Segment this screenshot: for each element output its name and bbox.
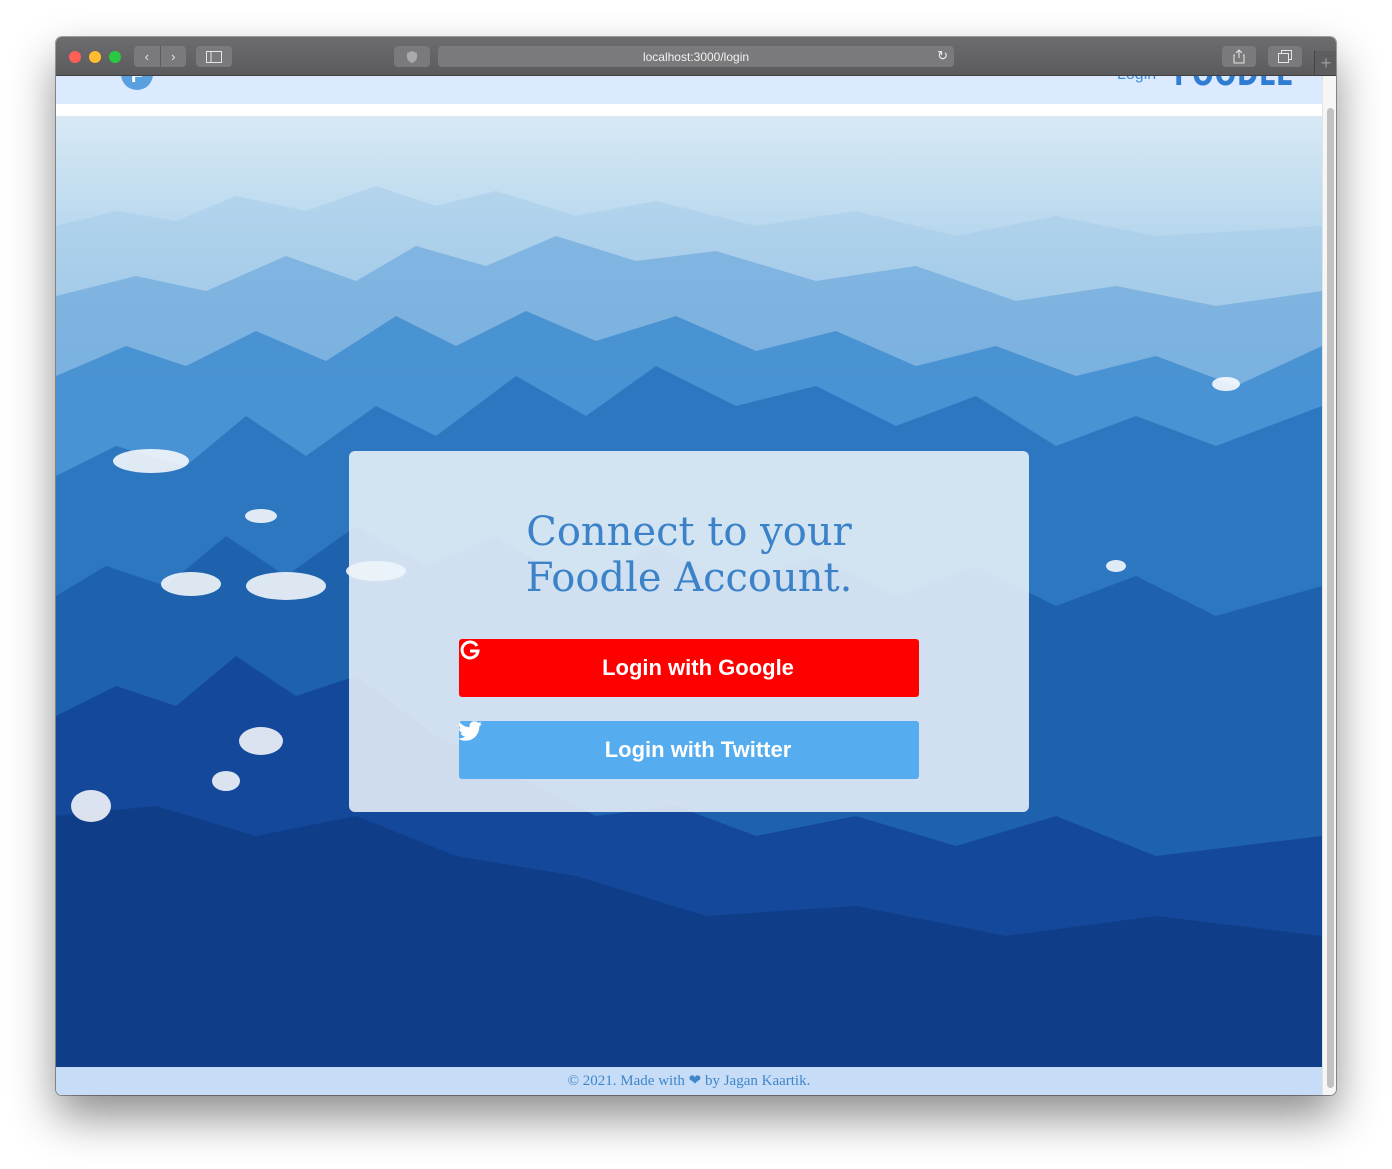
zoom-window-button[interactable] <box>109 51 121 63</box>
share-button[interactable] <box>1222 46 1256 67</box>
tabs-icon <box>1278 50 1292 63</box>
page-viewport: F Login FOODLE <box>56 76 1322 1095</box>
browser-titlebar: ‹ › localhost:3000/login ↻ + <box>56 37 1336 76</box>
logo[interactable]: F <box>121 76 153 90</box>
address-bar[interactable]: localhost:3000/login ↻ <box>438 46 954 67</box>
page-footer: © 2021. Made with ❤ by Jagan Kaartik. <box>56 1067 1322 1095</box>
login-heading: Connect to your Foodle Account. <box>349 509 1029 601</box>
url-text: localhost:3000/login <box>642 49 750 64</box>
privacy-report-button[interactable] <box>394 46 430 67</box>
shield-icon <box>407 50 417 63</box>
minimize-window-button[interactable] <box>89 51 101 63</box>
back-icon[interactable]: ‹ <box>134 49 160 64</box>
login-heading-line1: Connect to your <box>526 509 852 555</box>
heart-icon: ❤ <box>688 1073 702 1089</box>
scrollbar-thumb[interactable] <box>1327 108 1334 1088</box>
browser-window: ‹ › localhost:3000/login ↻ + F Login FOO… <box>56 37 1336 1095</box>
history-nav: ‹ › <box>134 46 186 67</box>
vertical-scrollbar[interactable] <box>1322 76 1336 1095</box>
nav-login-link[interactable]: Login <box>1117 76 1156 84</box>
reload-icon[interactable]: ↻ <box>937 48 948 64</box>
sidebar-button[interactable] <box>196 46 232 67</box>
login-card: Connect to your Foodle Account. Login wi… <box>349 451 1029 812</box>
login-heading-line2: Foodle Account. <box>525 555 853 601</box>
twitter-button-label: Login with Twitter <box>604 737 792 762</box>
share-icon <box>1233 49 1245 64</box>
forward-icon[interactable]: › <box>161 49 187 64</box>
plus-icon[interactable]: + <box>1314 51 1336 75</box>
sidebar-icon <box>206 50 222 63</box>
brand-name[interactable]: FOODLE <box>1174 76 1294 94</box>
login-with-google-button[interactable]: Login with Google <box>459 639 919 697</box>
top-navbar: F Login FOODLE <box>56 76 1322 104</box>
login-with-twitter-button[interactable]: Login with Twitter <box>459 721 919 779</box>
tab-overview-button[interactable] <box>1268 46 1302 67</box>
close-window-button[interactable] <box>69 51 81 63</box>
google-button-label: Login with Google <box>602 655 794 680</box>
footer-text-after: by Jagan Kaartik. <box>701 1073 811 1089</box>
mountain-background: Connect to your Foodle Account. Login wi… <box>56 116 1322 1067</box>
footer-text-before: © 2021. Made with <box>567 1073 689 1089</box>
